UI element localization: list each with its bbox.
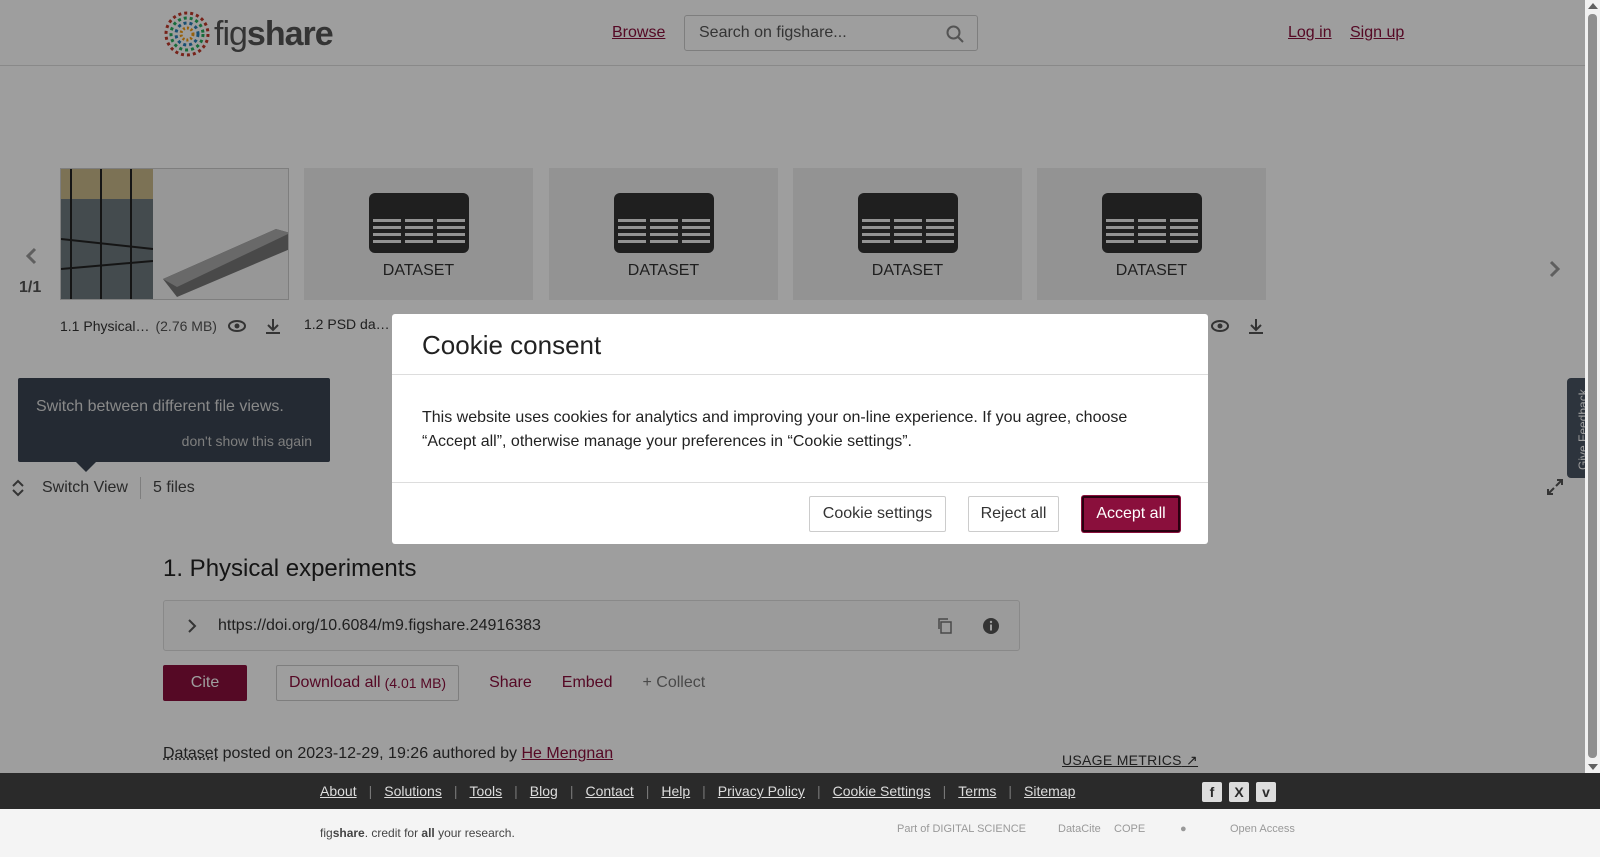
accept-all-button[interactable]: Accept all <box>1082 496 1180 532</box>
cookie-consent-dialog: Cookie consent This website uses cookies… <box>392 314 1208 544</box>
digital-science-logo[interactable]: Part of DIGITAL SCIENCE <box>897 823 1026 835</box>
footer-link-tools[interactable]: Tools <box>469 783 502 799</box>
scrollbar-thumb[interactable] <box>1588 14 1597 758</box>
dialog-body: This website uses cookies for analytics … <box>422 406 1152 454</box>
footer-link-terms[interactable]: Terms <box>958 783 996 799</box>
reject-all-button[interactable]: Reject all <box>968 496 1059 532</box>
facebook-icon[interactable]: f <box>1202 782 1222 802</box>
cookie-settings-button[interactable]: Cookie settings <box>809 496 946 532</box>
footer-credit: figshare. credit for all your research. <box>320 826 515 840</box>
footer-link-cookie-settings[interactable]: Cookie Settings <box>833 783 931 799</box>
footer-link-privacy[interactable]: Privacy Policy <box>718 783 805 799</box>
footer-link-sitemap[interactable]: Sitemap <box>1024 783 1075 799</box>
footer-link-solutions[interactable]: Solutions <box>384 783 442 799</box>
separator: | <box>702 783 706 799</box>
separator: | <box>454 783 458 799</box>
footer-bottom: figshare. credit for all your research. … <box>0 809 1600 857</box>
footer-links: About | Solutions | Tools | Blog | Contact | … <box>320 783 1075 799</box>
separator: | <box>570 783 574 799</box>
separator: | <box>943 783 947 799</box>
separator: | <box>646 783 650 799</box>
separator: | <box>514 783 518 799</box>
vimeo-icon[interactable]: v <box>1256 782 1276 802</box>
footer-link-blog[interactable]: Blog <box>530 783 558 799</box>
datacite-logo[interactable]: DataCite <box>1058 823 1101 835</box>
divider <box>392 374 1208 375</box>
scroll-down-icon[interactable] <box>1588 764 1598 770</box>
dialog-title: Cookie consent <box>422 330 601 361</box>
footer-link-help[interactable]: Help <box>661 783 690 799</box>
footer-nav: About | Solutions | Tools | Blog | Contact | … <box>0 773 1600 809</box>
scroll-up-icon[interactable] <box>1588 3 1598 9</box>
separator: | <box>1008 783 1012 799</box>
open-access-logo[interactable]: Open Access <box>1230 823 1295 835</box>
separator: | <box>369 783 373 799</box>
footer-link-about[interactable]: About <box>320 783 357 799</box>
cope-logo[interactable]: COPE <box>1114 823 1145 835</box>
divider <box>392 482 1208 483</box>
footer-link-contact[interactable]: Contact <box>585 783 633 799</box>
page-scrollbar[interactable] <box>1585 0 1600 773</box>
x-twitter-icon[interactable]: X <box>1229 782 1249 802</box>
globe-logo-icon[interactable]: ● <box>1180 823 1187 835</box>
separator: | <box>817 783 821 799</box>
